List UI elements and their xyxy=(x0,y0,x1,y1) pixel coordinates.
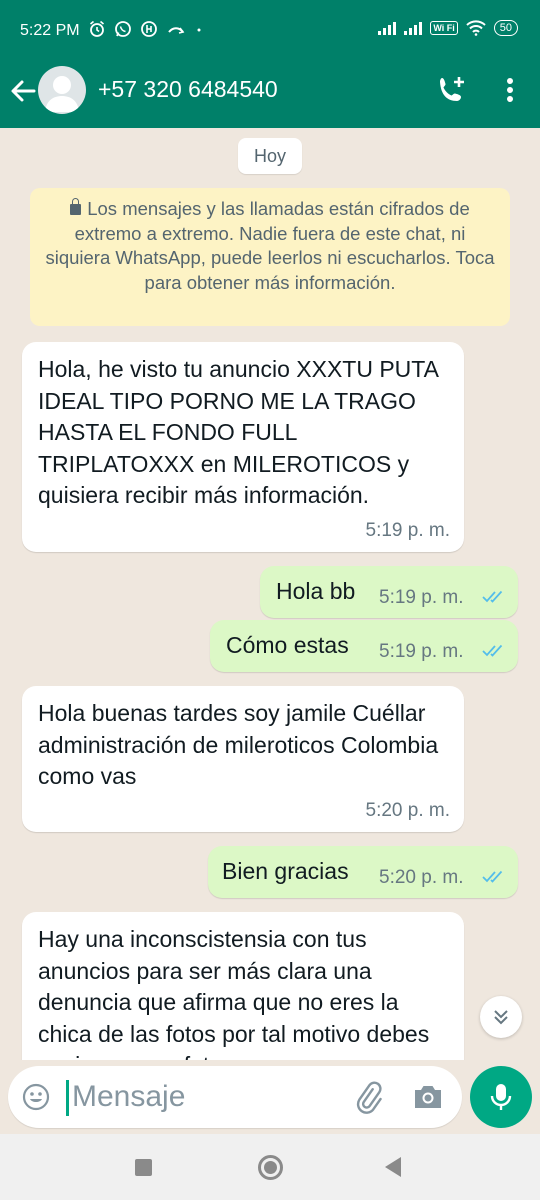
contact-name[interactable]: +57 320 6484540 xyxy=(98,76,278,103)
message-time: 5:19 p. m. xyxy=(379,587,464,608)
message-composer xyxy=(8,1066,462,1128)
read-ticks-icon xyxy=(482,644,503,657)
more-vert-icon[interactable] xyxy=(496,74,524,106)
double-chevron-down-icon xyxy=(494,1010,508,1025)
wifi-icon xyxy=(466,20,486,36)
battery-indicator: 50 xyxy=(493,20,518,36)
status-time: 5:22 PM xyxy=(20,22,80,39)
message-text: Hola bb xyxy=(276,578,356,604)
notification-icons xyxy=(88,20,204,38)
message-bubble-outgoing[interactable]: Bien gracias 5:20 p. m. xyxy=(208,846,518,898)
camera-icon[interactable] xyxy=(412,1082,444,1112)
message-text: Hola buenas tardes soy jamile Cuéllar ad… xyxy=(38,700,439,789)
system-nav-bar xyxy=(0,1134,540,1200)
chat-header: +57 320 6484540 xyxy=(0,62,540,128)
date-separator: Hoy xyxy=(238,138,302,174)
scroll-to-bottom-button[interactable] xyxy=(480,996,522,1038)
whatsapp-icon xyxy=(115,21,131,37)
back-arrow-icon[interactable] xyxy=(8,76,38,106)
message-bubble-incoming[interactable]: Hay una inconscistensia con tus anuncios… xyxy=(22,912,464,1060)
read-ticks-icon xyxy=(482,870,503,883)
alarm-icon xyxy=(89,20,105,37)
system-status-icons: Wi Fi 50 xyxy=(378,20,518,36)
mic-button[interactable] xyxy=(470,1066,532,1128)
app-icon xyxy=(141,21,157,37)
chat-area[interactable]: Hoy Los mensajes y las llamadas están ci… xyxy=(0,128,540,1060)
message-time: 5:19 p. m. xyxy=(365,520,451,541)
message-bubble-incoming[interactable]: Hola, he visto tu anuncio XXXTU PUTA IDE… xyxy=(22,342,464,552)
message-text: Hola, he visto tu anuncio XXXTU PUTA IDE… xyxy=(38,356,438,508)
wifi-badge: Wi Fi xyxy=(430,21,458,35)
message-bubble-incoming[interactable]: Hola buenas tardes soy jamile Cuéllar ad… xyxy=(22,686,464,832)
avatar[interactable] xyxy=(38,66,86,114)
message-time: 5:20 p. m. xyxy=(379,867,464,888)
message-text: Hay una inconscistensia con tus anuncios… xyxy=(38,926,430,1060)
message-time: 5:20 p. m. xyxy=(365,800,451,821)
message-text: Cómo estas xyxy=(226,632,349,658)
message-input[interactable] xyxy=(72,1078,342,1116)
signal-icon xyxy=(378,21,397,35)
mic-icon xyxy=(490,1084,512,1110)
attach-icon[interactable] xyxy=(352,1080,386,1114)
encryption-text: Los mensajes y las llamadas están cifrad… xyxy=(45,198,495,293)
missed-call-icon xyxy=(168,27,185,34)
add-call-icon[interactable] xyxy=(436,74,468,106)
signal-icon-2 xyxy=(404,21,423,35)
encryption-notice[interactable]: Los mensajes y las llamadas están cifrad… xyxy=(30,188,510,326)
home-button[interactable] xyxy=(258,1155,283,1180)
read-ticks-icon xyxy=(482,590,503,603)
lock-icon xyxy=(70,198,82,215)
recents-button[interactable] xyxy=(135,1159,152,1176)
avatar-icon xyxy=(45,76,79,112)
text-caret xyxy=(66,1080,69,1116)
nav-back-button[interactable] xyxy=(385,1157,401,1177)
message-bubble-outgoing[interactable]: Hola bb 5:19 p. m. xyxy=(260,566,518,618)
message-time: 5:19 p. m. xyxy=(379,641,464,662)
emoji-icon[interactable] xyxy=(22,1083,50,1111)
status-bar: 5:22 PM Wi Fi 50 xyxy=(0,0,540,62)
message-bubble-outgoing[interactable]: Cómo estas 5:19 p. m. xyxy=(210,620,518,672)
dot-icon xyxy=(197,28,201,32)
message-text: Bien gracias xyxy=(222,858,349,884)
